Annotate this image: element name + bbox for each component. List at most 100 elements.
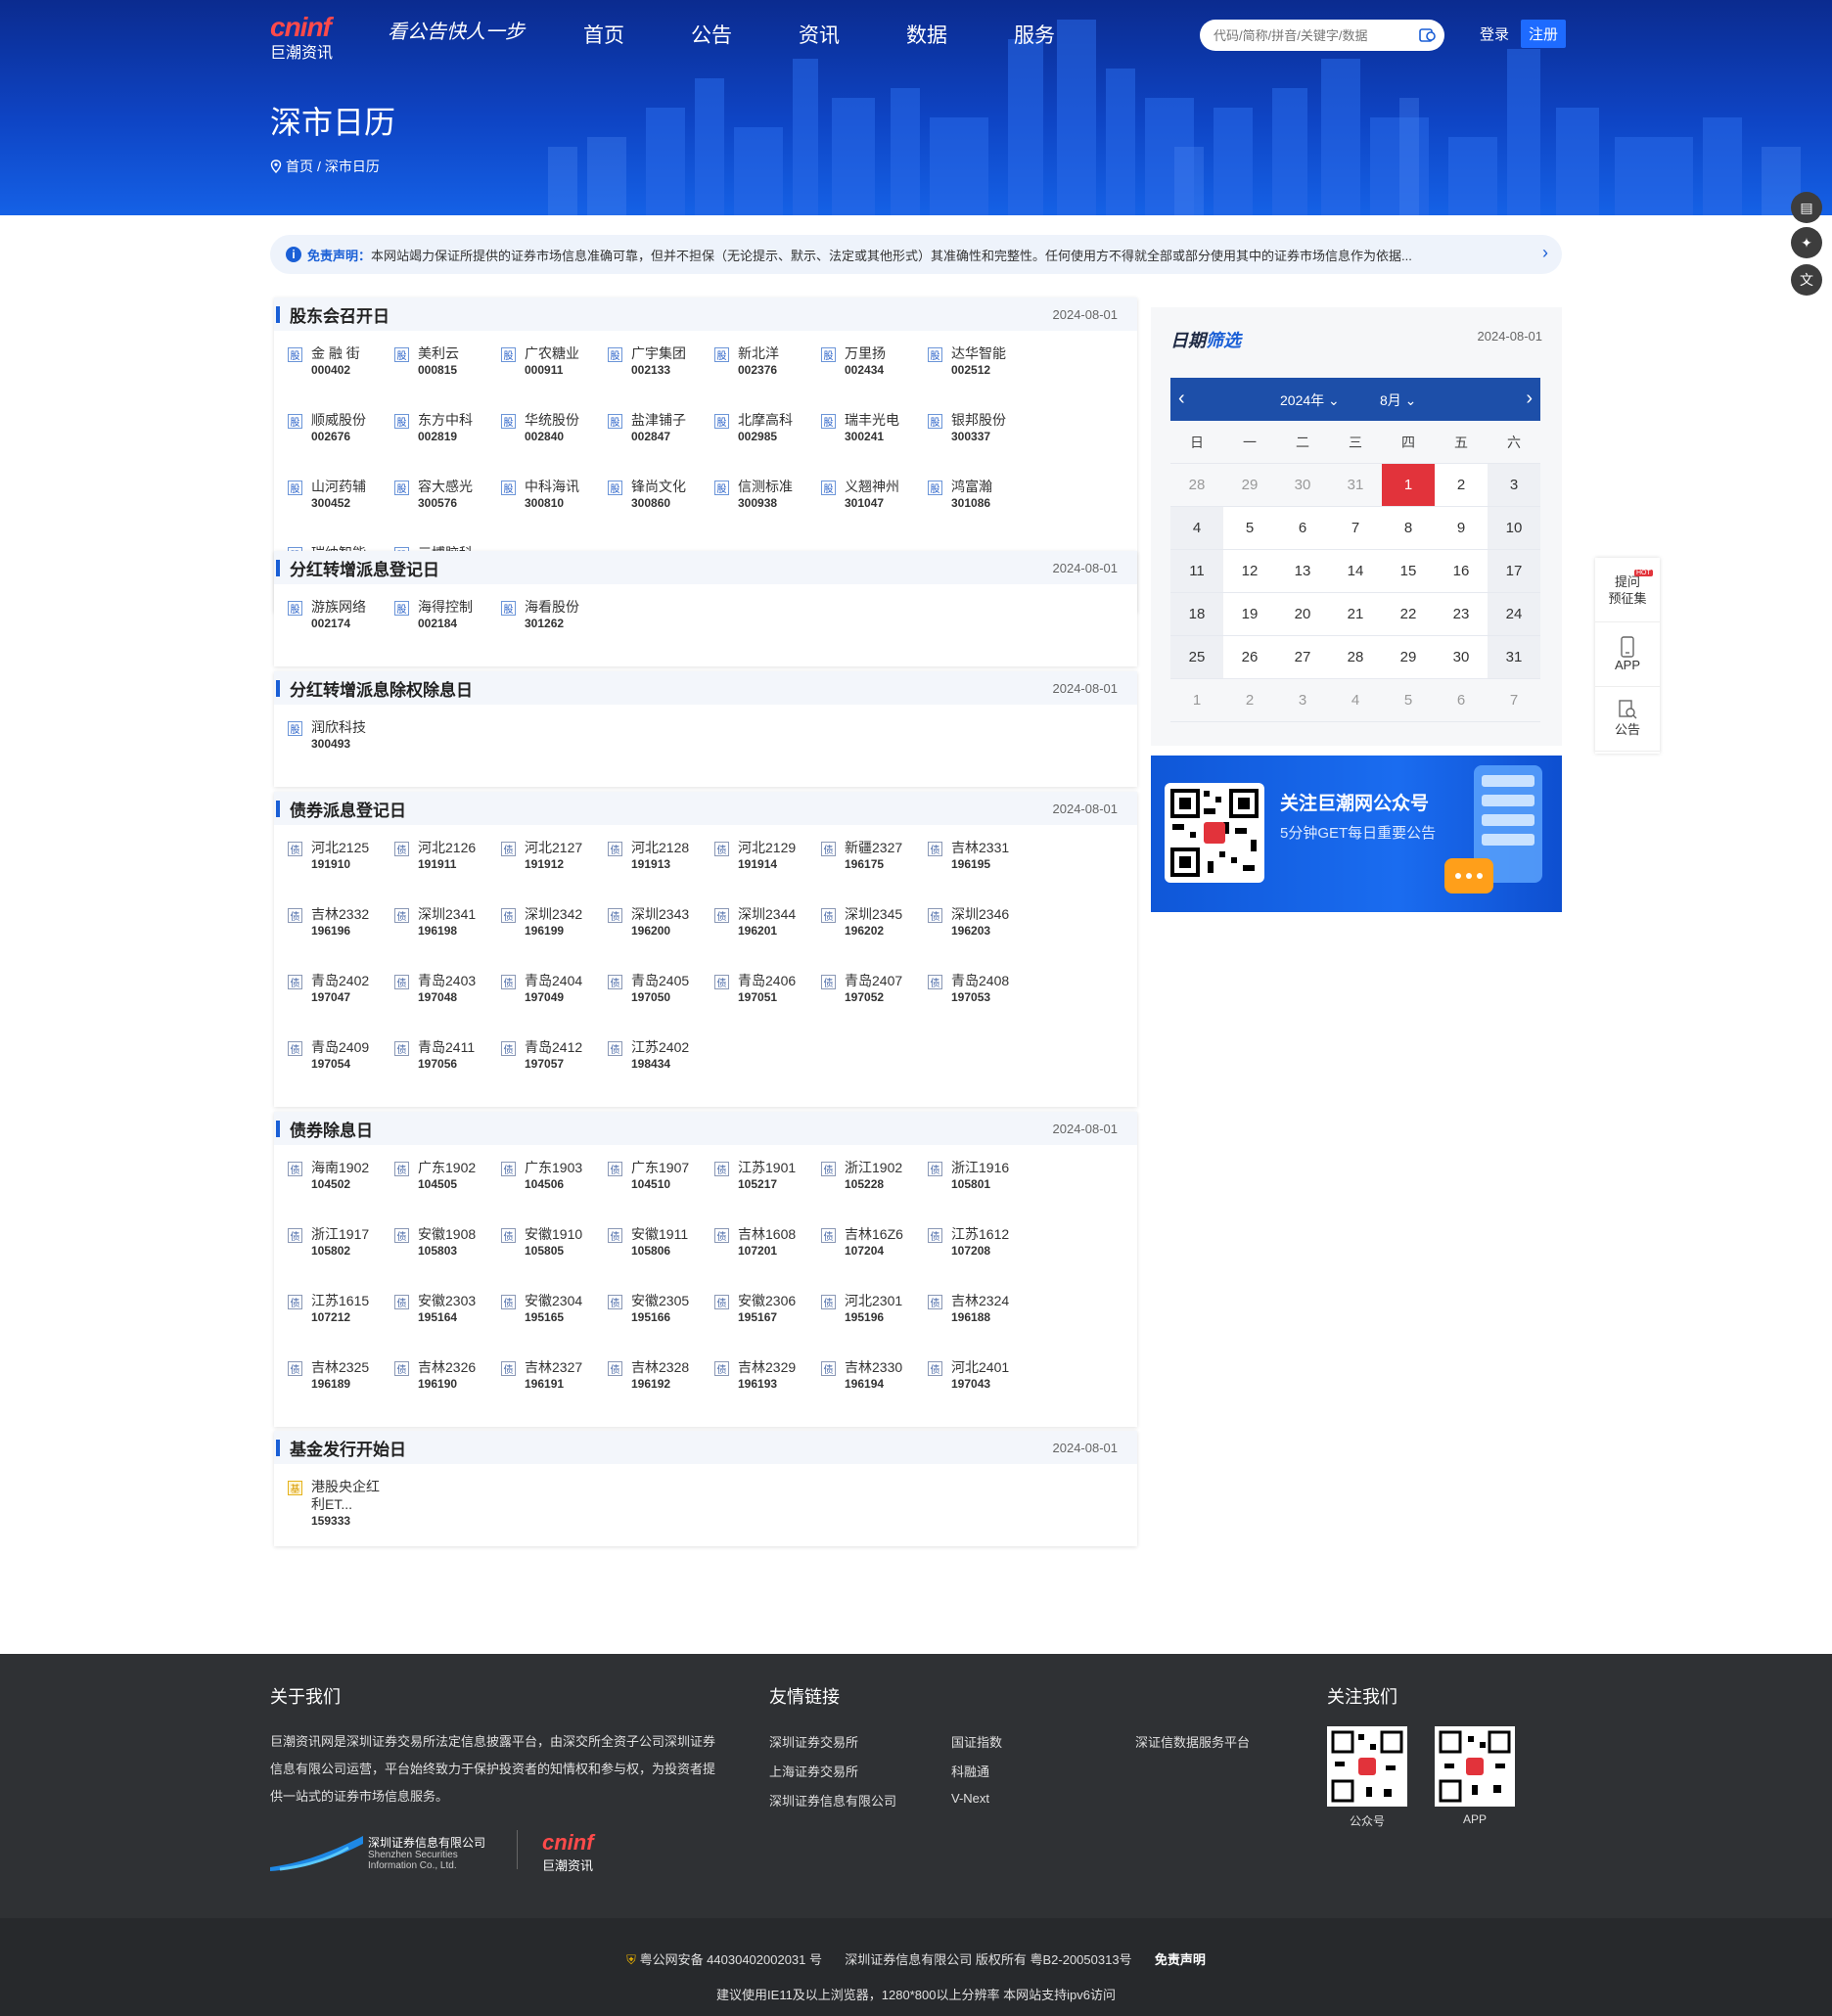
security-item[interactable]: 债安徽1908 105803 xyxy=(394,1221,501,1288)
security-item[interactable]: 股北摩高科 002985 xyxy=(714,407,821,474)
security-item[interactable]: 债河北2126 191911 xyxy=(394,835,501,901)
security-item[interactable]: 债安徽2306 195167 xyxy=(714,1288,821,1354)
security-item[interactable]: 债吉林2326 196190 xyxy=(394,1354,501,1421)
question-collection-button[interactable]: HOT 提问 预征集 xyxy=(1595,558,1660,622)
security-item[interactable]: 股美利云 000815 xyxy=(394,341,501,407)
security-item[interactable]: 股广宇集团 002133 xyxy=(608,341,714,407)
security-item[interactable]: 债深圳2343 196200 xyxy=(608,901,714,968)
security-item[interactable]: 债江苏1615 107212 xyxy=(288,1288,394,1354)
security-item[interactable]: 股义翘神州 301047 xyxy=(821,474,928,540)
security-item[interactable]: 债江苏1901 105217 xyxy=(714,1155,821,1221)
nav-item-service[interactable]: 服务 xyxy=(1014,20,1122,49)
calendar-day[interactable]: 8 xyxy=(1382,507,1435,550)
calendar-day[interactable]: 22 xyxy=(1382,593,1435,636)
security-item[interactable]: 债青岛2408 197053 xyxy=(928,968,1034,1034)
security-item[interactable]: 债青岛2409 197054 xyxy=(288,1034,394,1101)
register-button[interactable]: 注册 xyxy=(1521,20,1567,48)
security-item[interactable]: 债青岛2405 197050 xyxy=(608,968,714,1034)
announcement-button[interactable]: 公告 xyxy=(1595,687,1660,752)
footer-link-kerongtong[interactable]: 科融通 xyxy=(951,1762,989,1780)
security-item[interactable]: 债青岛2412 197057 xyxy=(501,1034,608,1101)
security-item[interactable]: 债广东1902 104505 xyxy=(394,1155,501,1221)
security-item[interactable]: 债吉林2331 196195 xyxy=(928,835,1034,901)
calendar-day-outside[interactable]: 29 xyxy=(1223,464,1276,507)
security-item[interactable]: 债河北2128 191913 xyxy=(608,835,714,901)
security-item[interactable]: 债吉林2324 196188 xyxy=(928,1288,1034,1354)
security-item[interactable]: 债河北2401 197043 xyxy=(928,1354,1034,1421)
security-item[interactable]: 债安徽2305 195166 xyxy=(608,1288,714,1354)
calendar-day-outside[interactable]: 6 xyxy=(1435,679,1488,722)
calendar-day[interactable]: 5 xyxy=(1223,507,1276,550)
security-item[interactable]: 股万里扬 002434 xyxy=(821,341,928,407)
nav-item-announcement[interactable]: 公告 xyxy=(691,20,799,49)
security-item[interactable]: 股鸿富瀚 301086 xyxy=(928,474,1034,540)
calendar-day[interactable]: 9 xyxy=(1435,507,1488,550)
security-item[interactable]: 股华统股份 002840 xyxy=(501,407,608,474)
login-link[interactable]: 登录 xyxy=(1480,23,1509,44)
calendar-day[interactable]: 12 xyxy=(1223,550,1276,593)
security-item[interactable]: 股容大感光 300576 xyxy=(394,474,501,540)
calendar-day[interactable]: 26 xyxy=(1223,636,1276,679)
security-item[interactable]: 债海南1902 104502 xyxy=(288,1155,394,1221)
calendar-day[interactable]: 23 xyxy=(1435,593,1488,636)
nav-item-home[interactable]: 首页 xyxy=(583,20,691,49)
security-item[interactable]: 债深圳2342 196199 xyxy=(501,901,608,968)
wechat-follow-banner[interactable]: 关注巨潮网公众号 5分钟GET每日重要公告 xyxy=(1151,756,1562,912)
security-item[interactable]: 债安徽2303 195164 xyxy=(394,1288,501,1354)
security-item[interactable]: 股润欣科技 300493 xyxy=(288,714,394,781)
month-select[interactable]: 8月 ⌄ xyxy=(1380,390,1416,410)
calendar-day[interactable]: 11 xyxy=(1170,550,1223,593)
calendar-day[interactable]: 31 xyxy=(1488,636,1540,679)
footer-link-cnindex[interactable]: 国证指数 xyxy=(951,1732,1002,1751)
calendar-day[interactable]: 24 xyxy=(1488,593,1540,636)
security-item[interactable]: 股信测标准 300938 xyxy=(714,474,821,540)
calendar-day-outside[interactable]: 4 xyxy=(1329,679,1382,722)
security-item[interactable]: 债安徽1910 105805 xyxy=(501,1221,608,1288)
calendar-day[interactable]: 3 xyxy=(1488,464,1540,507)
security-item[interactable]: 债青岛2406 197051 xyxy=(714,968,821,1034)
calendar-day[interactable]: 21 xyxy=(1329,593,1382,636)
security-item[interactable]: 股达华智能 002512 xyxy=(928,341,1034,407)
calendar-day-outside[interactable]: 7 xyxy=(1488,679,1540,722)
security-item[interactable]: 债江苏1612 107208 xyxy=(928,1221,1034,1288)
calendar-day[interactable]: 4 xyxy=(1170,507,1223,550)
calendar-day[interactable]: 20 xyxy=(1276,593,1329,636)
security-item[interactable]: 债浙江1902 105228 xyxy=(821,1155,928,1221)
security-item[interactable]: 债浙江1916 105801 xyxy=(928,1155,1034,1221)
calendar-day[interactable]: 25 xyxy=(1170,636,1223,679)
security-item[interactable]: 债青岛2411 197056 xyxy=(394,1034,501,1101)
app-button[interactable]: APP xyxy=(1595,622,1660,687)
cninfo-logo[interactable]: cninf 巨潮资讯 xyxy=(270,12,378,62)
footer-link-sse[interactable]: 上海证券交易所 xyxy=(769,1762,858,1780)
security-item[interactable]: 债吉林2330 196194 xyxy=(821,1354,928,1421)
translate-float-icon[interactable]: 文 xyxy=(1791,264,1822,296)
calendar-day-outside[interactable]: 28 xyxy=(1170,464,1223,507)
search-icon[interactable] xyxy=(1419,26,1437,44)
security-item[interactable]: 债青岛2404 197049 xyxy=(501,968,608,1034)
calendar-day[interactable]: 14 xyxy=(1329,550,1382,593)
calendar-day[interactable]: 30 xyxy=(1435,636,1488,679)
nav-item-data[interactable]: 数据 xyxy=(906,20,1014,49)
security-item[interactable]: 债深圳2341 196198 xyxy=(394,901,501,968)
security-item[interactable]: 股银邦股份 300337 xyxy=(928,407,1034,474)
security-item[interactable]: 债河北2125 191910 xyxy=(288,835,394,901)
footer-link-vnext[interactable]: V-Next xyxy=(951,1791,989,1806)
calendar-day-outside[interactable]: 1 xyxy=(1170,679,1223,722)
security-item[interactable]: 债吉林1608 107201 xyxy=(714,1221,821,1288)
nav-item-news[interactable]: 资讯 xyxy=(799,20,906,49)
security-item[interactable]: 债青岛2403 197048 xyxy=(394,968,501,1034)
calendar-day-selected[interactable]: 1 xyxy=(1382,464,1435,507)
security-item[interactable]: 债深圳2345 196202 xyxy=(821,901,928,968)
security-item[interactable]: 债吉林2332 196196 xyxy=(288,901,394,968)
security-item[interactable]: 股游族网络 002174 xyxy=(288,594,394,661)
calendar-day[interactable]: 2 xyxy=(1435,464,1488,507)
security-item[interactable]: 股东方中科 002819 xyxy=(394,407,501,474)
security-item[interactable]: 股瑞丰光电 300241 xyxy=(821,407,928,474)
security-item[interactable]: 债江苏2402 198434 xyxy=(608,1034,714,1101)
search-input[interactable] xyxy=(1214,27,1409,43)
security-item[interactable]: 债广东1907 104510 xyxy=(608,1155,714,1221)
calendar-day-outside[interactable]: 30 xyxy=(1276,464,1329,507)
calendar-day-outside[interactable]: 2 xyxy=(1223,679,1276,722)
security-item[interactable]: 债广东1903 104506 xyxy=(501,1155,608,1221)
security-item[interactable]: 债河北2127 191912 xyxy=(501,835,608,901)
